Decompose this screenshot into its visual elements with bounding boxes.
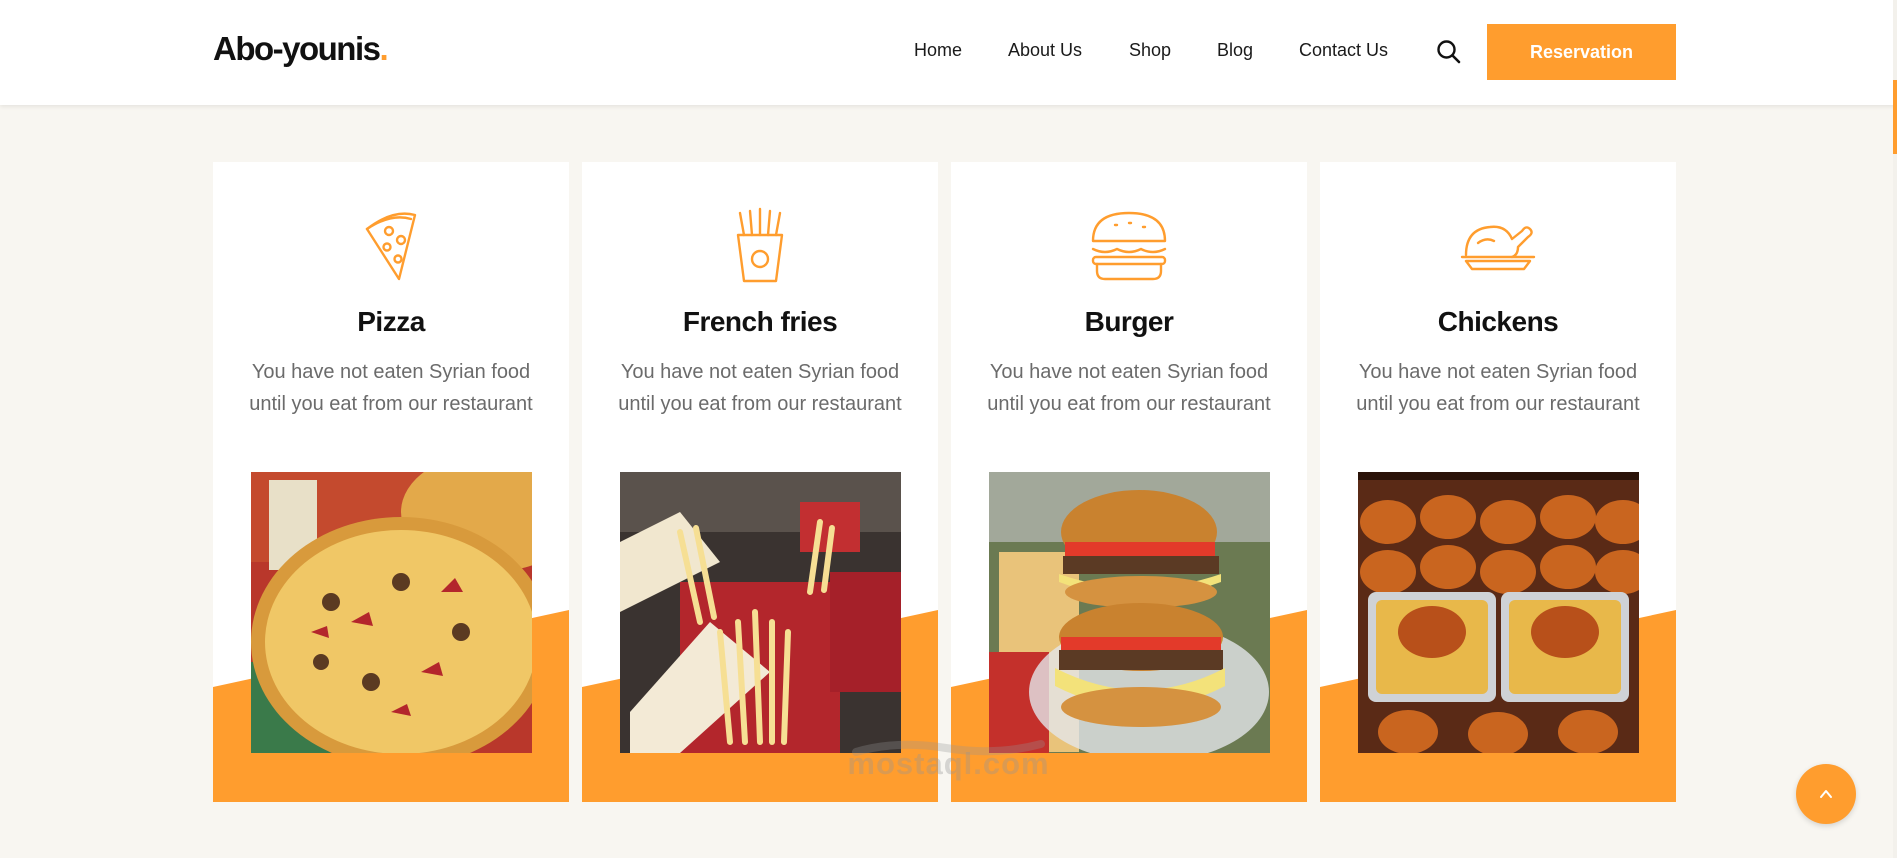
card-title: Chickens [1437, 306, 1559, 337]
category-card-pizza[interactable]: Pizza You have not eaten Syrian food unt… [213, 162, 569, 802]
category-card-chickens[interactable]: Chickens You have not eaten Syrian food … [1320, 162, 1676, 802]
nav-about-us[interactable]: About Us [1008, 40, 1082, 61]
chickens-image [1358, 472, 1639, 753]
burger-image [989, 472, 1270, 753]
category-card-burger[interactable]: Burger You have not eaten Syrian food un… [951, 162, 1307, 802]
card-description: You have not eaten Syrian food until you… [1356, 361, 1640, 415]
reservation-button[interactable]: Reservation [1487, 24, 1676, 80]
chicken-icon [1460, 207, 1536, 283]
card-description: You have not eaten Syrian food until you… [249, 361, 533, 415]
burger-icon [1091, 207, 1167, 283]
nav-home[interactable]: Home [914, 40, 962, 61]
card-title: Burger [1084, 306, 1174, 337]
scroll-to-top-button[interactable] [1796, 764, 1856, 824]
card-description: You have not eaten Syrian food until you… [618, 361, 902, 415]
card-title: French fries [682, 306, 838, 337]
watermark-text: mostaql.com [847, 746, 1050, 781]
pizza-icon [353, 207, 429, 283]
category-card-french-fries[interactable]: French fries You have not eaten Syrian f… [582, 162, 938, 802]
card-title: Pizza [357, 306, 425, 337]
chevron-up-icon [1820, 790, 1832, 798]
nav-shop[interactable]: Shop [1129, 40, 1171, 61]
card-description: You have not eaten Syrian food until you… [987, 361, 1271, 415]
pizza-image [251, 472, 532, 753]
fries-image [620, 472, 901, 753]
site-header: Abo-younis. Home About Us Shop Blog Cont… [0, 0, 1897, 105]
main-nav: Home About Us Shop Blog Contact Us Reser… [0, 0, 1897, 105]
fries-icon [722, 207, 798, 283]
scrollbar-thumb[interactable] [1893, 80, 1897, 154]
nav-contact-us[interactable]: Contact Us [1299, 40, 1388, 61]
search-icon[interactable] [1436, 39, 1462, 65]
nav-blog[interactable]: Blog [1217, 40, 1253, 61]
